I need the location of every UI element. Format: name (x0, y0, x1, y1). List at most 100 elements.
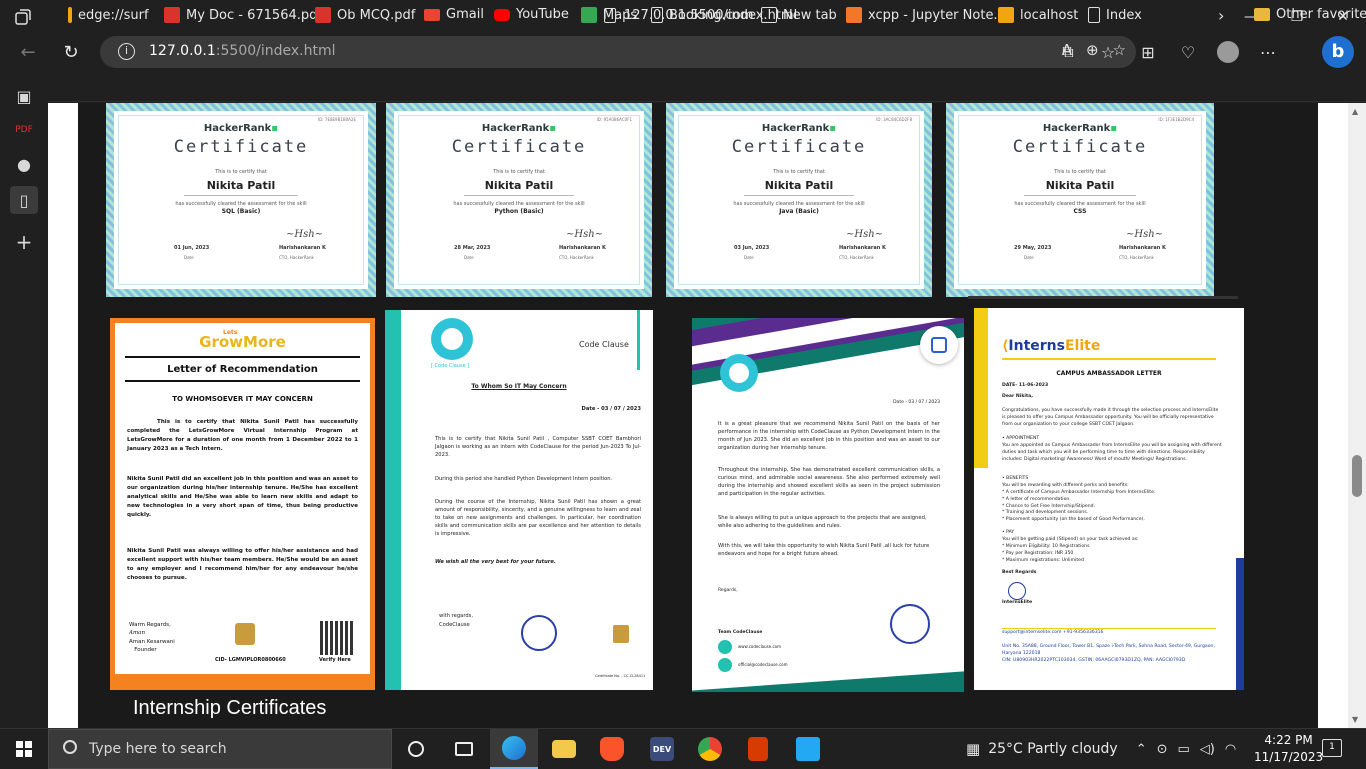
certificate-title: Certificate (1012, 137, 1148, 157)
letter-title: CAMPUS AMBASSADOR LETTER (1056, 370, 1162, 377)
add-icon[interactable]: + (10, 228, 38, 256)
passed-text: has successfully cleared the assessment … (1014, 201, 1146, 207)
chrome-icon (698, 737, 722, 761)
cert-date: 29 May, 2023 (1014, 245, 1052, 251)
document-tab-icon[interactable]: ▯ (10, 186, 38, 214)
codeclause-internship-letter[interactable]: [ Code Clause ] Code Clause To Whom So I… (385, 310, 653, 690)
meet-icon[interactable]: ⊙ (1157, 742, 1168, 757)
more-menu-icon[interactable]: ⋯ (1248, 38, 1288, 66)
favorite-new-tab[interactable]: New tab (761, 7, 837, 23)
profile-avatar[interactable] (1217, 41, 1239, 63)
taskbar-devc[interactable]: DEV (638, 729, 686, 769)
wifi-icon[interactable]: ◠ (1225, 742, 1236, 757)
page-viewport: ID: 7E8E9B1B0A2E HackerRank▪ Certificate… (48, 103, 1348, 728)
taskbar-clock[interactable]: 4:22 PM 11/17/2023 (1254, 732, 1323, 766)
favorites-icon[interactable]: ☆ (1088, 38, 1128, 66)
url-text[interactable]: 127.0.0.1:5500/index.html (149, 43, 336, 59)
letter-regards: Warm Regards, Aman Aman Kesarwani Founder (129, 622, 175, 653)
task-view-button[interactable] (440, 729, 488, 769)
taskbar: Type here to search DEV ▦ 25°C Partly cl… (0, 728, 1366, 769)
favorite-jupyter[interactable]: xcpp - Jupyter Note... (846, 7, 1006, 23)
skill-name: CSS (1073, 208, 1087, 215)
favorite-edge-surf[interactable]: edge://surf (68, 7, 149, 23)
tab-actions-icon[interactable] (14, 8, 32, 26)
hackerrank-certificate-python[interactable]: ID: 95A0B6AC0F1 HackerRank▪ Certificate … (386, 103, 652, 297)
favorite-localhost[interactable]: localhost (998, 7, 1078, 23)
clock-time: 4:22 PM (1264, 733, 1313, 747)
favorite-ob-mcq[interactable]: Ob MCQ.pdf (315, 7, 415, 23)
taskbar-edge[interactable] (490, 729, 538, 769)
github-icon[interactable]: ● (10, 150, 38, 178)
chevron-up-icon[interactable]: ⌃ (1136, 742, 1147, 757)
maps-icon (581, 7, 597, 23)
cortana-button[interactable] (392, 729, 440, 769)
volume-icon[interactable]: ◁) (1200, 742, 1215, 757)
document-icon (651, 7, 663, 23)
verify-link: Verify Here (319, 657, 351, 663)
site-info-icon[interactable]: i (118, 43, 135, 60)
letter-regards: with regards, (439, 613, 474, 619)
refresh-icon[interactable]: ↻ (56, 38, 86, 66)
internselite-ambassador-letter[interactable]: ⟨InternsElite CAMPUS AMBASSADOR LETTER D… (974, 308, 1244, 690)
favorite-my-doc[interactable]: My Doc - 671564.pdf (164, 7, 322, 23)
weather-icon[interactable]: ▦ (966, 740, 980, 758)
favorite-gmail[interactable]: Gmail (424, 7, 484, 22)
taskbar-file-explorer[interactable] (540, 729, 588, 769)
visual-search-button[interactable] (920, 326, 958, 364)
letsgrowmore-recommendation-letter[interactable]: Lets GrowMore Letter of Recommendation TO… (110, 318, 375, 690)
other-favorites[interactable]: Other favorites (1254, 7, 1366, 22)
edge-icon (68, 7, 72, 23)
letter-paragraph-4: With this, we will take this opportunity… (718, 543, 930, 558)
notification-center-icon[interactable]: 1 (1322, 739, 1342, 757)
task-view-icon (455, 742, 473, 756)
start-button[interactable] (0, 729, 48, 769)
tab-list-icon[interactable]: ▣ (10, 82, 38, 110)
browser-essentials-icon[interactable]: ♡ (1168, 38, 1208, 66)
certificate-title: Certificate (173, 137, 309, 157)
hackerrank-certificate-css[interactable]: ID: 1F3E1B2D9C4 HackerRank▪ Certificate … (946, 103, 1214, 297)
page-scrollbar[interactable]: ▲ ▼ (1348, 103, 1366, 728)
collections-icon[interactable]: ⊞ (1128, 38, 1168, 66)
pdf-icon (315, 7, 331, 23)
letter-heading: To Whom So IT May Concern (471, 383, 567, 390)
weather-text[interactable]: 25°C Partly cloudy (988, 741, 1118, 757)
certify-text: This is to certify that (1054, 169, 1106, 175)
address-bar[interactable]: i 127.0.0.1:5500/index.html A ⊕ ☆ (100, 36, 1136, 68)
back-icon[interactable]: ← (13, 38, 43, 66)
taskbar-brave[interactable] (588, 729, 636, 769)
bing-copilot-icon[interactable]: b (1322, 36, 1354, 68)
certificate-id: CID- LGMVIPLOR0800660 (215, 657, 286, 663)
scroll-down-icon[interactable]: ▼ (1352, 715, 1358, 724)
brave-icon (600, 737, 624, 761)
letter-regards: Regards, (718, 588, 738, 593)
taskbar-chrome[interactable] (686, 729, 734, 769)
benefits-section: • BENEFITS You will be rewarding with di… (1002, 476, 1156, 523)
pdf-tab-icon[interactable]: PDF (10, 116, 38, 144)
hackerrank-certificate-sql[interactable]: ID: 7E8E9B1B0A2E HackerRank▪ Certificate… (106, 103, 376, 297)
scroll-up-icon[interactable]: ▲ (1352, 107, 1358, 116)
network-icon[interactable]: ▭ (1178, 742, 1190, 757)
signer-role: CTO, HackerRank (1119, 255, 1154, 260)
signer-name: Harishankaran K (559, 245, 606, 251)
favorite-index[interactable]: Index (1088, 7, 1142, 23)
mail-icon (718, 658, 732, 672)
codeclause-recommendation-letter[interactable]: Date - 03 / 07 / 2023 It is a great plea… (692, 318, 964, 692)
chevron-right-icon[interactable]: › (1218, 6, 1224, 25)
favorite-booking[interactable]: Booking.com (651, 7, 753, 23)
favorite-youtube[interactable]: YouTube (494, 7, 569, 22)
favorite-maps[interactable]: Maps (581, 7, 637, 23)
scrollbar-thumb[interactable] (1352, 455, 1362, 497)
signer-name: Harishankaran K (279, 245, 326, 251)
certificate-number: Certificate No. - CC-CL28411 (595, 674, 646, 678)
internselite-logo: ⟨InternsElite (1002, 338, 1101, 354)
signature: ~Hsh~ (1126, 229, 1164, 240)
divider (968, 296, 1238, 299)
website: www.codeclause.com (738, 644, 782, 649)
codeclause-seal-icon (890, 604, 930, 644)
extensions-icon[interactable]: ⧉ (1048, 38, 1088, 66)
taskbar-vscode[interactable] (784, 729, 832, 769)
letter-paragraph-3: During the course of the Internship, Nik… (435, 499, 641, 538)
taskbar-office[interactable] (734, 729, 782, 769)
hackerrank-certificate-java[interactable]: ID: 3AC84C6D2F8 HackerRank▪ Certificate … (666, 103, 932, 297)
taskbar-search[interactable]: Type here to search (48, 729, 392, 769)
